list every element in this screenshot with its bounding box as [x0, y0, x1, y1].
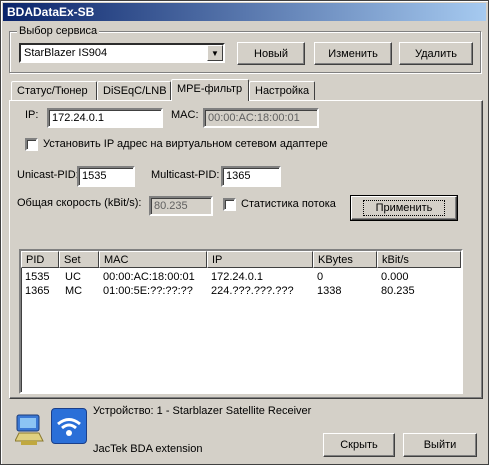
tab-diseqc[interactable]: DiSEqC/LNB: [97, 81, 171, 101]
column-header-pid[interactable]: PID: [21, 251, 59, 268]
total-speed-field: 80.235: [149, 196, 213, 216]
main-window: BDADataEx-SB Выбор сервиса StarBlazer IS…: [0, 0, 489, 465]
apply-button-label: Применить: [362, 200, 446, 216]
tab-mpe[interactable]: MPE-фильтр: [171, 79, 249, 101]
wifi-icon: [51, 408, 87, 444]
table-cell: 172.24.0.1: [211, 271, 263, 283]
hide-button[interactable]: Скрыть: [323, 433, 395, 457]
stream-stats-checkbox[interactable]: [223, 198, 236, 211]
edit-service-button[interactable]: Изменить: [314, 42, 392, 65]
unicast-pid-field[interactable]: 1535: [77, 166, 135, 187]
unicast-pid-label: Unicast-PID:: [17, 169, 79, 181]
table-cell: 00:00:AC:18:00:01: [103, 271, 195, 283]
tab-diseqc-label: DiSEqC/LNB: [103, 85, 167, 97]
table-cell: 80.235: [381, 285, 415, 297]
set-ip-label: Установить IP адрес на виртуальном сетев…: [43, 138, 328, 150]
window-title: BDADataEx-SB: [3, 3, 486, 21]
table-cell: MC: [65, 285, 83, 297]
table-cell: 1365: [25, 285, 50, 297]
service-select[interactable]: StarBlazer IS904 ▼: [19, 43, 225, 63]
stream-table[interactable]: PID Set MAC IP KBytes kBit/s 1535 UC 00:…: [19, 249, 463, 394]
chevron-down-icon[interactable]: ▼: [207, 45, 223, 61]
device-status: Устройство: 1 - Starblazer Satellite Rec…: [93, 405, 312, 417]
apply-button[interactable]: Применить: [350, 195, 458, 221]
column-header-kbytes[interactable]: KBytes: [313, 251, 377, 268]
exit-button[interactable]: Выйти: [403, 433, 477, 457]
table-cell: 1338: [317, 285, 342, 297]
mac-label: MAC:: [171, 109, 199, 121]
column-header-mac[interactable]: MAC: [99, 251, 207, 268]
multicast-pid-field[interactable]: 1365: [221, 166, 281, 187]
new-service-button[interactable]: Новый: [237, 42, 305, 65]
table-cell: 0.000: [381, 271, 409, 283]
tab-status[interactable]: Статус/Тюнер: [11, 81, 97, 101]
ip-label: IP:: [25, 109, 39, 121]
table-cell: 1535: [25, 271, 50, 283]
table-cell: 224.???.???.???: [211, 285, 294, 297]
table-cell: 01:00:5E:??:??:??: [103, 285, 193, 297]
column-header-kbits[interactable]: kBit/s: [377, 251, 461, 268]
column-header-set[interactable]: Set: [59, 251, 99, 268]
table-cell: 0: [317, 271, 324, 283]
delete-service-button[interactable]: Удалить: [399, 42, 473, 65]
service-select-value: StarBlazer IS904: [24, 47, 108, 59]
multicast-pid-label: Multicast-PID:: [151, 169, 220, 181]
extension-label: JacTek BDA extension: [93, 443, 203, 455]
total-speed-label: Общая скорость (kBit/s):: [17, 197, 142, 209]
table-cell: UC: [65, 271, 81, 283]
tab-status-label: Статус/Тюнер: [17, 85, 88, 97]
ip-field[interactable]: 172.24.0.1: [47, 108, 163, 128]
tab-mpe-label: MPE-фильтр: [177, 83, 243, 95]
computer-icon: [15, 414, 44, 445]
stream-stats-label: Статистика потока: [241, 198, 336, 210]
column-header-ip[interactable]: IP: [207, 251, 313, 268]
tab-settings-label: Настройка: [255, 85, 310, 97]
set-ip-checkbox[interactable]: [25, 138, 38, 151]
mac-field: 00:00:AC:18:00:01: [203, 108, 319, 128]
service-group-label: Выбор сервиса: [17, 25, 100, 37]
tab-settings[interactable]: Настройка: [249, 81, 315, 101]
